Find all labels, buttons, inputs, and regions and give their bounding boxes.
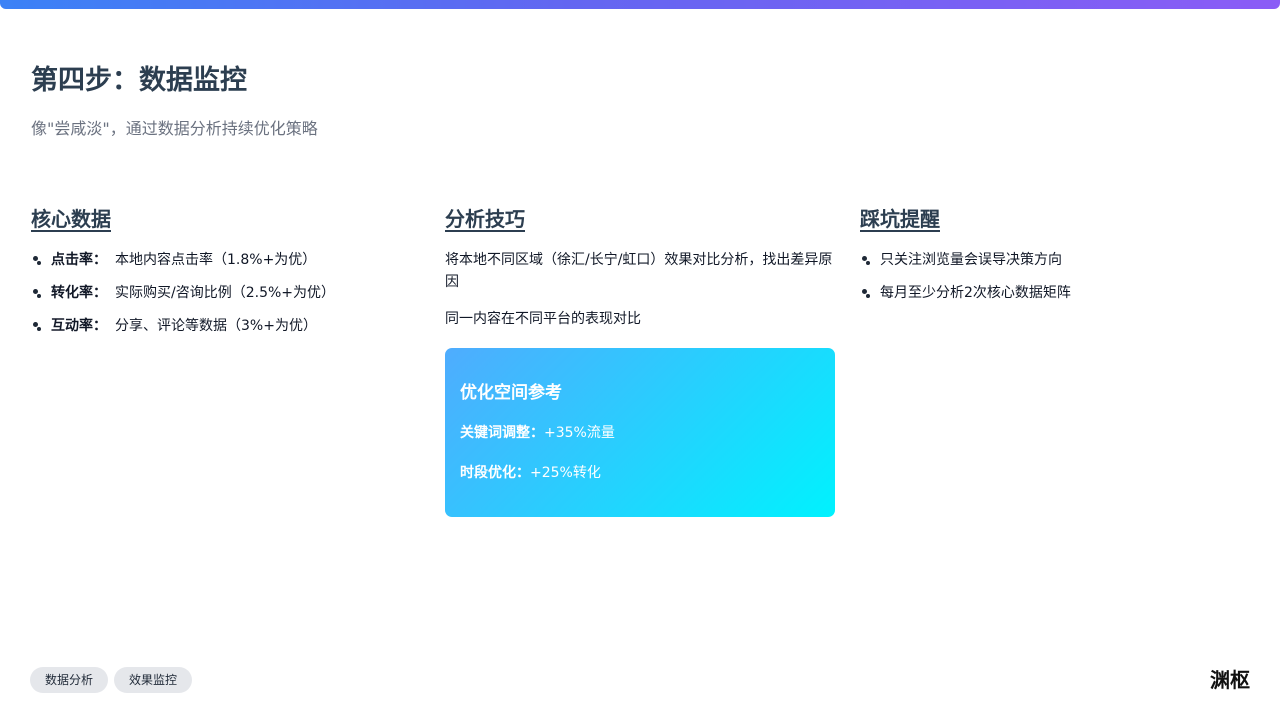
analysis-paragraph: 将本地不同区域（徐汇/长宁/虹口）效果对比分析，找出差异原因: [445, 252, 833, 290]
core-data-section: 核心数据 点击率： 本地内容点击率（1.8%+为优） 转化率： 实际购买/咨询比例（…: [31, 205, 411, 348]
list-item: 转化率： 实际购买/咨询比例（2.5%+为优）: [31, 282, 411, 304]
bullet-icon: [862, 289, 872, 299]
bullet-icon: [33, 322, 43, 332]
bullet-icon: [862, 256, 872, 266]
bullet-label: 点击率：: [51, 252, 107, 268]
analysis-section: 分析技巧 将本地不同区域（徐汇/长宁/虹口）效果对比分析，找出差异原因 同一内容…: [445, 205, 835, 517]
card-line: 时段优化：+25%转化: [460, 462, 820, 484]
bullet-text: 只关注浏览量会误导决策方向: [880, 252, 1062, 268]
page-subtitle: 像"尝咸淡"，通过数据分析持续优化策略: [31, 119, 318, 138]
slide-page: 第四步：数据监控 像"尝咸淡"，通过数据分析持续优化策略 核心数据 点击率： 本地…: [0, 0, 1280, 720]
tag-effect-monitoring: 效果监控: [114, 667, 193, 693]
list-item: 只关注浏览量会误导决策方向: [860, 249, 1240, 271]
bullet-label: 互动率：: [51, 318, 107, 334]
list-item: 点击率： 本地内容点击率（1.8%+为优）: [31, 249, 411, 271]
card-title: 优化空间参考: [460, 383, 562, 403]
list-item: 每月至少分析2次核心数据矩阵: [860, 282, 1240, 304]
tag-list: 数据分析 效果监控: [30, 667, 193, 693]
core-data-list: 点击率： 本地内容点击率（1.8%+为优） 转化率： 实际购买/咨询比例（2.5%+…: [31, 249, 411, 337]
pitfalls-heading: 踩坑提醒: [860, 207, 940, 231]
card-line-label: 时段优化：: [460, 465, 530, 481]
card-line: 关键词调整：+35%流量: [460, 422, 820, 444]
bullet-icon: [33, 289, 43, 299]
list-item: 互动率： 分享、评论等数据（3%+为优）: [31, 315, 411, 337]
bullet-text: 本地内容点击率（1.8%+为优）: [115, 252, 317, 268]
bullet-text: 分享、评论等数据（3%+为优）: [115, 318, 317, 334]
brand-logo: 渊枢: [1210, 668, 1250, 692]
card-line-value: +25%转化: [530, 465, 601, 481]
pitfalls-list: 只关注浏览量会误导决策方向 每月至少分析2次核心数据矩阵: [860, 249, 1240, 304]
pitfalls-section: 踩坑提醒 只关注浏览量会误导决策方向 每月至少分析2次核心数据矩阵: [860, 205, 1240, 315]
card-line-value: +35%流量: [544, 425, 615, 441]
tag-data-analysis: 数据分析: [30, 667, 109, 693]
bullet-text: 每月至少分析2次核心数据矩阵: [880, 285, 1071, 301]
page-title: 第四步：数据监控: [31, 65, 247, 96]
core-data-heading: 核心数据: [31, 207, 111, 231]
bullet-label: 转化率：: [51, 285, 107, 301]
card-line-label: 关键词调整：: [460, 425, 544, 441]
top-accent-bar: [0, 0, 1280, 9]
analysis-heading: 分析技巧: [445, 207, 525, 231]
bullet-icon: [33, 256, 43, 266]
bullet-text: 实际购买/咨询比例（2.5%+为优）: [115, 285, 336, 301]
analysis-paragraph: 同一内容在不同平台的表现对比: [445, 311, 641, 327]
optimization-card: 优化空间参考 关键词调整：+35%流量 时段优化：+25%转化: [445, 348, 835, 517]
